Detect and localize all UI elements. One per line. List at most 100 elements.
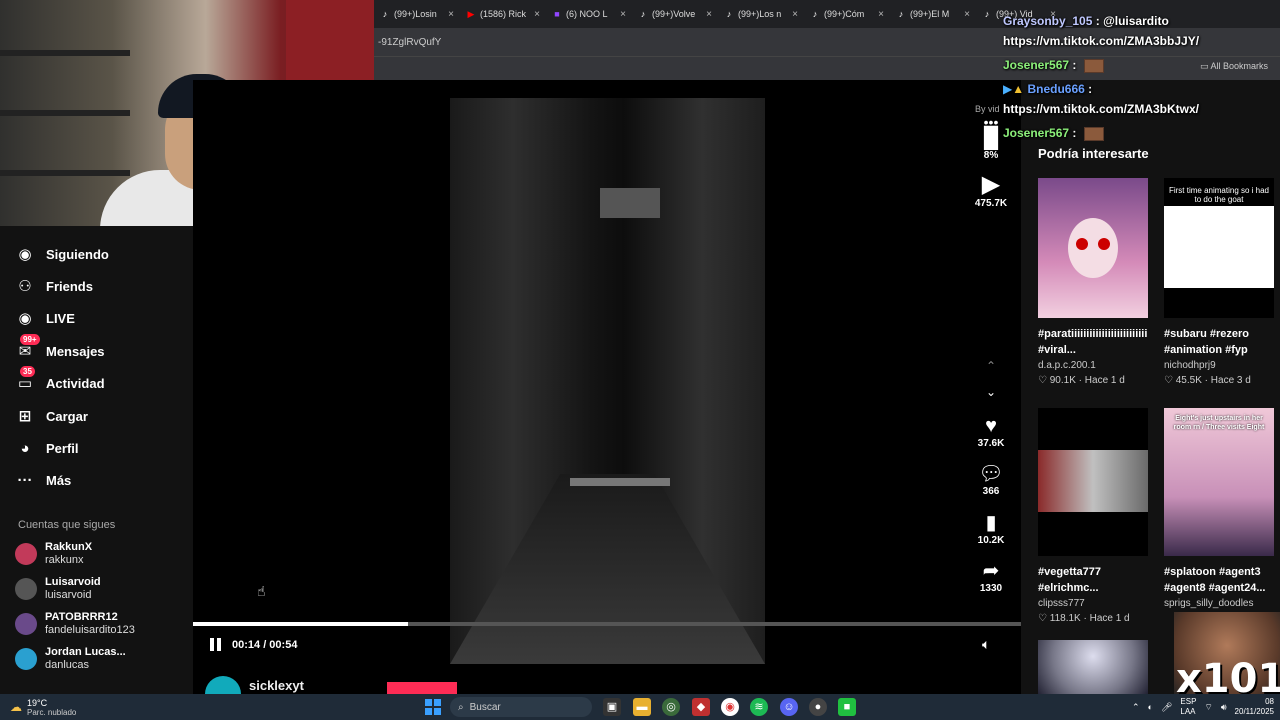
volume-icon[interactable]: 🔈︎ <box>982 636 990 653</box>
task-view-icon[interactable]: ▣ <box>603 698 621 716</box>
chevron-up-icon[interactable]: ⌃ <box>1132 702 1140 713</box>
mic-icon[interactable]: 🎤︎ <box>1161 702 1172 713</box>
reco-user[interactable]: sprigs_silly_doodles <box>1164 598 1276 609</box>
multiplier-overlay: x101 <box>1174 612 1280 702</box>
keyboard-layout: LAA <box>1180 707 1196 716</box>
close-icon[interactable]: × <box>534 9 540 20</box>
sidebar-item-cargar[interactable]: ⊞ Cargar <box>14 404 88 428</box>
pause-button[interactable] <box>209 637 223 653</box>
tray-app-icon[interactable]: ◐ <box>1148 702 1153 712</box>
reco-title[interactable]: #splatoon #agent3 #agent8 #agent24... <box>1164 564 1276 596</box>
alley-light <box>570 478 670 486</box>
sidebar-item-actividad[interactable]: ▭ 35 Actividad <box>14 366 105 395</box>
reco-card[interactable]: First time animating so i had to do the … <box>1164 178 1276 386</box>
next-video-button[interactable]: ⌄ <box>971 380 1011 404</box>
save-button[interactable]: ▮ 10.2K <box>971 511 1011 546</box>
following-handle: rakkunx <box>45 554 84 566</box>
sidebar-item-mas[interactable]: ··· Más <box>14 468 72 492</box>
following-item[interactable]: RakkunX rakkunx <box>15 541 92 567</box>
following-item[interactable]: PATOBRRR12 fandeluisardito123 <box>15 611 135 637</box>
close-icon[interactable]: × <box>964 9 970 20</box>
reco-card[interactable]: Eight's just upstairs in her room rn / T… <box>1164 408 1276 609</box>
time-display: 00:14 / 00:54 <box>232 639 298 651</box>
heart-outline-icon: ♡ <box>1164 375 1176 386</box>
comment-button[interactable]: 💬︎ 366 <box>971 462 1011 497</box>
tiktok-icon: ♪ <box>898 9 904 19</box>
close-icon[interactable]: × <box>878 9 884 20</box>
sidebar-item-mensajes[interactable]: ✉ 99+ Mensajes <box>14 334 105 363</box>
browser-tab[interactable]: ♪ (99+)Volve × <box>632 0 718 28</box>
reco-age: Hace 3 d <box>1210 375 1251 386</box>
chat-badge-icon: ▲ <box>1012 82 1025 96</box>
tab-label: (99+)El M <box>910 9 950 19</box>
browser-tab[interactable]: ■ (6) NOO L × <box>546 0 632 28</box>
plays-count: 475.7K <box>974 198 1008 209</box>
reco-thumbnail-moon[interactable] <box>1038 640 1148 694</box>
wifi-icon[interactable]: ⌔ <box>1204 702 1212 713</box>
chat-text: https://vm.tiktok.com/ZMA3bbJJY/ <box>1003 34 1200 48</box>
app-icon[interactable]: ◎ <box>662 698 680 716</box>
sidebar-item-friends[interactable]: ⚇ Friends <box>14 274 93 298</box>
reco-card[interactable]: #vegetta777 #elrichmc... clipsss777 ♡ 11… <box>1038 408 1150 624</box>
reco-thumbnail[interactable]: First time animating so i had to do the … <box>1164 178 1274 318</box>
reco-user[interactable]: nichodhprj9 <box>1164 360 1276 371</box>
following-handle: fandeluisardito123 <box>45 624 135 636</box>
close-icon[interactable]: × <box>792 9 798 20</box>
following-section-title: Cuentas que sigues <box>18 519 116 531</box>
app-icon[interactable]: ■ <box>838 698 856 716</box>
sidebar-item-perfil[interactable]: ◕ Perfil <box>14 436 78 460</box>
like-button[interactable]: ♥ 37.6K <box>971 414 1011 449</box>
windows-start-icon[interactable] <box>425 699 441 715</box>
reco-user[interactable]: clipsss777 <box>1038 598 1150 609</box>
close-icon[interactable]: × <box>620 9 626 20</box>
browser-tab[interactable]: ♪ (99+)Los n × <box>718 0 804 28</box>
reco-thumbnail[interactable] <box>1038 408 1148 556</box>
author-name[interactable]: sicklexyt <box>249 678 304 693</box>
following-item[interactable]: Luisarvoid luisarvoid <box>15 576 101 602</box>
sidebar-item-label: Siguiendo <box>46 246 109 262</box>
discord-icon[interactable]: ☺ <box>780 698 798 716</box>
chat-separator: : <box>1084 82 1093 96</box>
reco-card[interactable]: #paratiiiiiiiiiiiiiiiiiiiiiiiii #viral..… <box>1038 178 1150 386</box>
browser-tab[interactable]: ♪ (99+)Losin × <box>374 0 460 28</box>
character-eye <box>1098 238 1110 250</box>
reco-title[interactable]: #vegetta777 #elrichmc... <box>1038 564 1150 596</box>
play-icon: ▶ <box>981 171 1001 198</box>
app-icon[interactable]: ◆ <box>692 698 710 716</box>
plays-item[interactable]: ▶ 475.7K <box>971 171 1011 210</box>
previous-video-button[interactable]: ⌃ <box>971 354 1011 378</box>
reco-thumbnail[interactable] <box>1038 178 1148 318</box>
weather-widget[interactable]: ☁ 19°C Parc. nublado <box>10 694 76 720</box>
reco-title[interactable]: #subaru #rezero #animation #fyp <box>1164 326 1276 358</box>
taskbar-search[interactable]: ⌕ Buscar <box>450 697 592 717</box>
sidebar-item-live[interactable]: ◉ LIVE <box>14 306 74 330</box>
sidebar-item-siguiendo[interactable]: ◉ Siguiendo <box>14 242 109 266</box>
volume-icon[interactable]: 🔊︎ <box>1221 702 1227 713</box>
video-frame[interactable] <box>450 98 765 664</box>
following-item[interactable]: Jordan Lucas... danlucas <box>15 646 126 672</box>
all-bookmarks-button[interactable]: ▭ All Bookmarks <box>1200 61 1268 72</box>
clock[interactable]: 08 20/11/2025 <box>1235 697 1274 717</box>
app-icon[interactable]: ● <box>809 698 827 716</box>
spotify-icon[interactable]: ≋ <box>750 698 768 716</box>
language-indicator[interactable]: ESP LAA <box>1180 697 1196 717</box>
more-icon: ··· <box>17 471 33 489</box>
browser-tab[interactable]: ♪ (99+)El M × <box>890 0 976 28</box>
browser-tab[interactable]: ▶ (1586) Rick × <box>460 0 546 28</box>
upload-icon: ⊞ <box>18 408 32 425</box>
share-button[interactable]: ➦ 1330 <box>971 559 1011 594</box>
chrome-icon[interactable]: ◉ <box>721 698 739 716</box>
close-icon[interactable]: × <box>706 9 712 20</box>
browser-tab[interactable]: ♪ (99+)Cóm × <box>804 0 890 28</box>
reco-user[interactable]: d.a.p.c.200.1 <box>1038 360 1150 371</box>
reco-meta: ♡ 45.5K · Hace 3 d <box>1164 375 1251 386</box>
close-icon[interactable]: × <box>448 9 454 20</box>
tab-label: (1586) Rick <box>480 9 527 19</box>
reco-title[interactable]: #paratiiiiiiiiiiiiiiiiiiiiiiiii #viral..… <box>1038 326 1150 358</box>
chat-separator: : <box>1069 126 1080 140</box>
avatar <box>15 543 37 565</box>
video-player[interactable]: By vid ☝ 00:14 / 00:54 🔈︎ <box>193 80 1021 670</box>
file-explorer-icon[interactable]: ▬ <box>633 698 651 716</box>
progress-bar[interactable] <box>193 622 1021 626</box>
reco-thumbnail[interactable]: Eight's just upstairs in her room rn / T… <box>1164 408 1274 556</box>
